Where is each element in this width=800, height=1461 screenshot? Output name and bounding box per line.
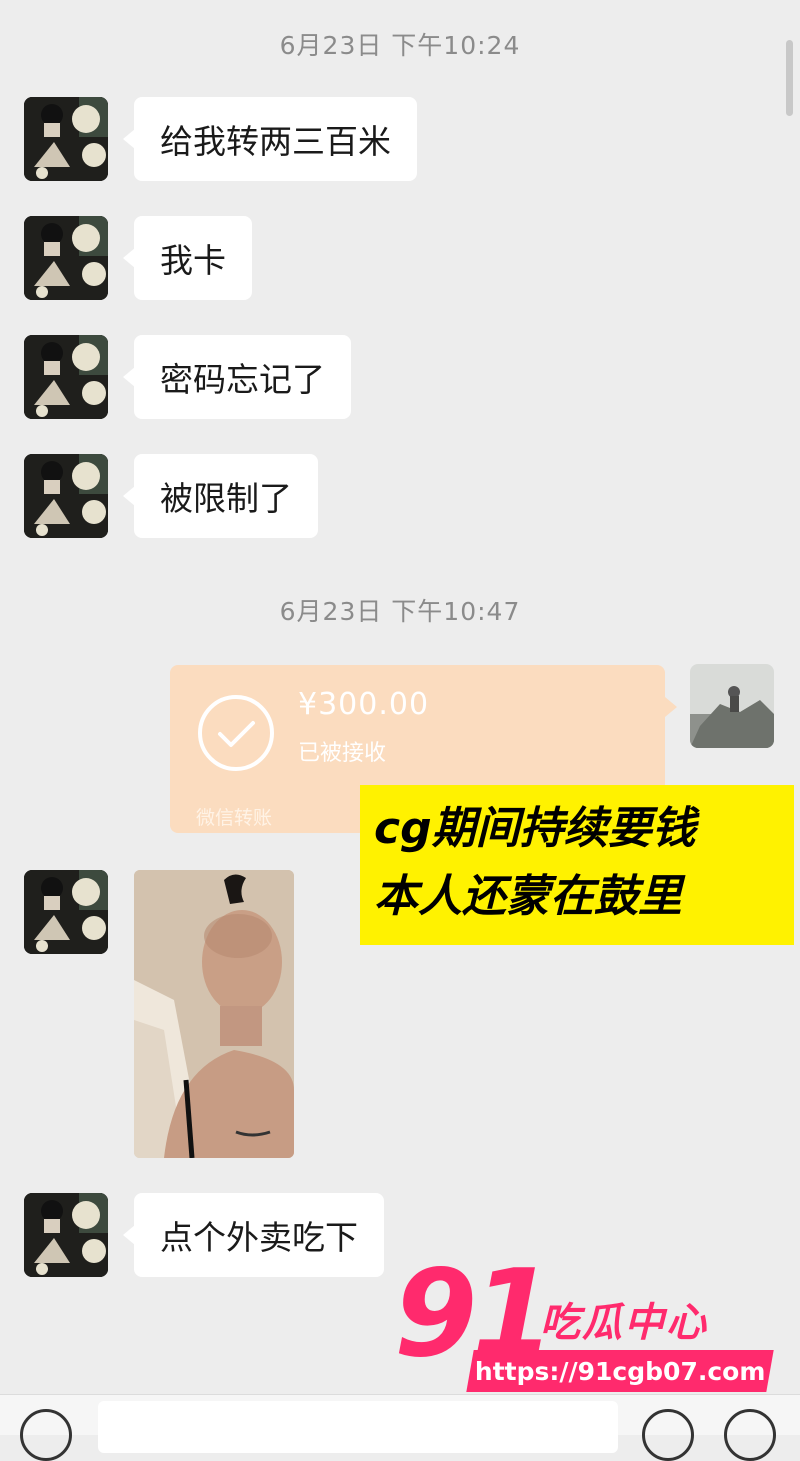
message-input[interactable] [98,1401,618,1453]
timestamp: 6月23日 下午10:47 [279,597,521,626]
message-bubble[interactable]: 被限制了 [123,454,318,538]
message-bubble[interactable]: 密码忘记了 [123,335,351,419]
contact-avatar[interactable] [24,870,108,954]
plus-icon[interactable] [724,1409,776,1461]
contact-avatar[interactable] [24,1193,108,1277]
contact-avatar[interactable] [24,454,108,538]
message-bubble[interactable]: 点个外卖吃下 [123,1193,384,1277]
transfer-amount: ¥300.00 [298,687,430,722]
caption-line: cg期间持续要钱 [374,803,696,854]
message-text: 我卡 [160,241,226,280]
contact-avatar[interactable] [24,97,108,181]
caption-line: 本人还蒙在鼓里 [374,871,682,922]
transfer-status: 已被接收 [298,741,387,766]
message-text: 点个外卖吃下 [160,1218,358,1257]
timestamp: 6月23日 下午10:24 [279,31,521,60]
message-text: 给我转两三百米 [160,122,391,161]
check-circle-icon [198,695,274,771]
self-avatar[interactable] [690,664,774,748]
message-text: 被限制了 [160,479,292,518]
input-bar [0,1394,800,1461]
message-bubble[interactable]: 给我转两三百米 [123,97,417,181]
watermark-url: https://91cgb07.com [466,1350,774,1392]
voice-icon[interactable] [20,1409,72,1461]
photo-message[interactable] [134,870,294,1158]
watermark-text: 吃瓜中心 [540,1300,708,1346]
message-bubble[interactable]: 我卡 [123,216,252,300]
caption-overlay: cg期间持续要钱 本人还蒙在鼓里 [360,785,794,945]
message-text: 密码忘记了 [160,360,325,399]
contact-avatar[interactable] [24,335,108,419]
contact-avatar[interactable] [24,216,108,300]
watermark-url-text: https://91cgb07.com [474,1356,766,1386]
emoji-icon[interactable] [642,1409,694,1461]
transfer-footer: 微信转账 [196,807,273,829]
